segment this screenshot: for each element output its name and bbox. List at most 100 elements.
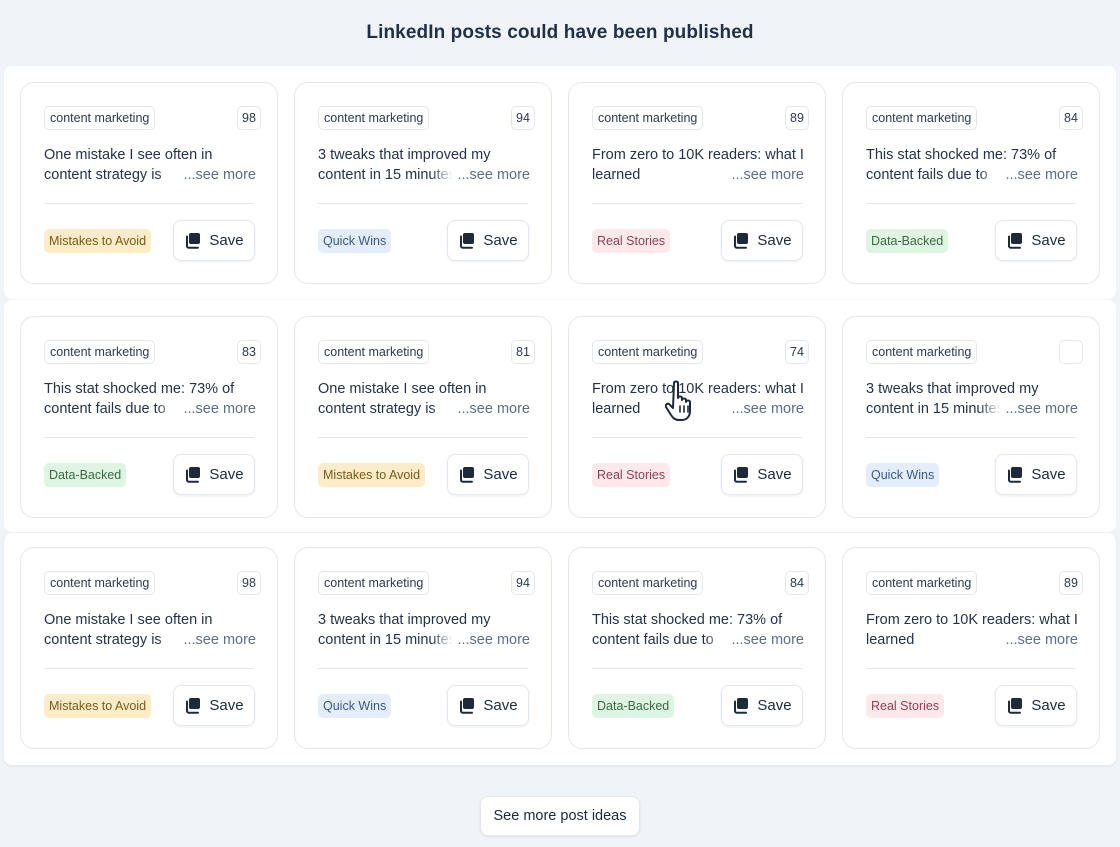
card-divider: [44, 668, 254, 669]
post-excerpt: One mistake I see often in content strat…: [44, 145, 256, 189]
see-more-link[interactable]: ...see more: [979, 630, 1078, 650]
save-button-label: Save: [483, 697, 518, 714]
score-badge: 89: [785, 106, 809, 130]
score-badge: 84: [785, 571, 809, 595]
copy-icon: [186, 698, 201, 714]
card-divider: [318, 437, 528, 438]
save-button[interactable]: Save: [447, 685, 529, 726]
category-badge: Real Stories: [592, 463, 671, 487]
save-button-label: Save: [209, 697, 244, 714]
post-excerpt: 3 tweaks that improved my content in 15 …: [866, 379, 1078, 423]
copy-icon: [460, 233, 475, 249]
save-button[interactable]: Save: [721, 454, 803, 495]
post-card: content marketing 83 This stat shocked me:…: [20, 316, 278, 518]
see-more-link[interactable]: ...see more: [705, 399, 804, 419]
save-button[interactable]: Save: [173, 685, 255, 726]
category-badge: Mistakes to Avoid: [44, 694, 152, 718]
see-more-link[interactable]: ...see more: [431, 165, 530, 185]
see-more-link[interactable]: ...see more: [157, 165, 256, 185]
card-divider: [318, 203, 528, 204]
score-badge: 94: [511, 106, 535, 130]
score-badge: 89: [1059, 571, 1083, 595]
save-button[interactable]: Save: [173, 454, 255, 495]
post-excerpt: One mistake I see often in content strat…: [44, 610, 256, 654]
card-divider: [44, 203, 254, 204]
post-ideas-page: LinkedIn posts could have been published…: [0, 0, 1120, 847]
category-badge: Data-Backed: [44, 463, 127, 487]
score-badge: 98: [237, 106, 261, 130]
post-card: content marketing 89 From zero to 10K read…: [842, 547, 1100, 749]
copy-icon: [734, 467, 749, 483]
save-button[interactable]: Save: [447, 220, 529, 261]
save-button-label: Save: [209, 466, 244, 483]
see-more-link[interactable]: ...see more: [979, 165, 1078, 185]
score-badge: 84: [1059, 106, 1083, 130]
copy-icon: [460, 467, 475, 483]
copy-icon: [460, 698, 475, 714]
topic-tag: content marketing: [318, 340, 430, 364]
score-badge: 83: [237, 340, 261, 364]
page-title: LinkedIn posts could have been published: [366, 22, 754, 43]
post-excerpt: 3 tweaks that improved my content in 15 …: [318, 145, 530, 189]
topic-tag: content marketing: [866, 340, 978, 364]
see-more-link[interactable]: ...see more: [431, 399, 530, 419]
save-button-label: Save: [483, 232, 518, 249]
post-card: content marketing 74 From zero to 10K read…: [568, 316, 826, 518]
post-excerpt: From zero to 10K readers: what I learned…: [866, 610, 1078, 654]
topic-tag: content marketing: [44, 106, 156, 130]
post-excerpt: This stat shocked me: 73% of content fai…: [592, 610, 804, 654]
see-more-link[interactable]: ...see more: [157, 399, 256, 419]
topic-tag: content marketing: [44, 571, 156, 595]
copy-icon: [734, 698, 749, 714]
copy-icon: [1008, 698, 1023, 714]
save-button[interactable]: Save: [995, 685, 1077, 726]
card-divider: [866, 668, 1076, 669]
save-button-label: Save: [1031, 697, 1066, 714]
save-button[interactable]: Save: [995, 220, 1077, 261]
category-badge: Quick Wins: [318, 229, 392, 253]
score-badge: 81: [511, 340, 535, 364]
save-button[interactable]: Save: [995, 454, 1077, 495]
see-more-link[interactable]: ...see more: [705, 165, 804, 185]
category-badge: Data-Backed: [592, 694, 675, 718]
post-card: content marketing 81 One mistake I see oft…: [294, 316, 552, 518]
topic-tag: content marketing: [318, 571, 430, 595]
category-badge: Mistakes to Avoid: [44, 229, 152, 253]
see-more-link[interactable]: ...see more: [431, 630, 530, 650]
save-button[interactable]: Save: [173, 220, 255, 261]
topic-tag: content marketing: [866, 571, 978, 595]
post-card: content marketing 94 3 tweaks that improve…: [294, 82, 552, 284]
category-badge: Real Stories: [592, 229, 671, 253]
category-badge: Data-Backed: [866, 229, 949, 253]
post-excerpt: One mistake I see often in content strat…: [318, 379, 530, 423]
save-button-label: Save: [209, 232, 244, 249]
see-more-post-ideas-button[interactable]: See more post ideas: [480, 796, 640, 836]
save-button[interactable]: Save: [447, 454, 529, 495]
post-card: content marketing 98 One mistake I see oft…: [20, 82, 278, 284]
post-excerpt: From zero to 10K readers: what I learned…: [592, 379, 804, 423]
card-divider: [592, 437, 802, 438]
save-button-label: Save: [757, 466, 792, 483]
score-badge: [1059, 340, 1083, 364]
score-badge: 98: [237, 571, 261, 595]
category-badge: Quick Wins: [866, 463, 940, 487]
see-more-link[interactable]: ...see more: [157, 630, 256, 650]
save-button[interactable]: Save: [721, 685, 803, 726]
copy-icon: [1008, 467, 1023, 483]
card-divider: [866, 437, 1076, 438]
topic-tag: content marketing: [592, 340, 704, 364]
see-more-link[interactable]: ...see more: [705, 630, 804, 650]
save-button[interactable]: Save: [721, 220, 803, 261]
see-more-link[interactable]: ...see more: [979, 399, 1078, 419]
card-divider: [318, 668, 528, 669]
card-divider: [592, 668, 802, 669]
category-badge: Mistakes to Avoid: [318, 463, 426, 487]
topic-tag: content marketing: [592, 571, 704, 595]
post-card: content marketing 84 This stat shocked me:…: [842, 82, 1100, 284]
post-card: content marketing 3 tweaks that improved …: [842, 316, 1100, 518]
copy-icon: [1008, 233, 1023, 249]
post-card: content marketing 84 This stat shocked me:…: [568, 547, 826, 749]
topic-tag: content marketing: [44, 340, 156, 364]
post-excerpt: This stat shocked me: 73% of content fai…: [44, 379, 256, 423]
score-badge: 74: [785, 340, 809, 364]
